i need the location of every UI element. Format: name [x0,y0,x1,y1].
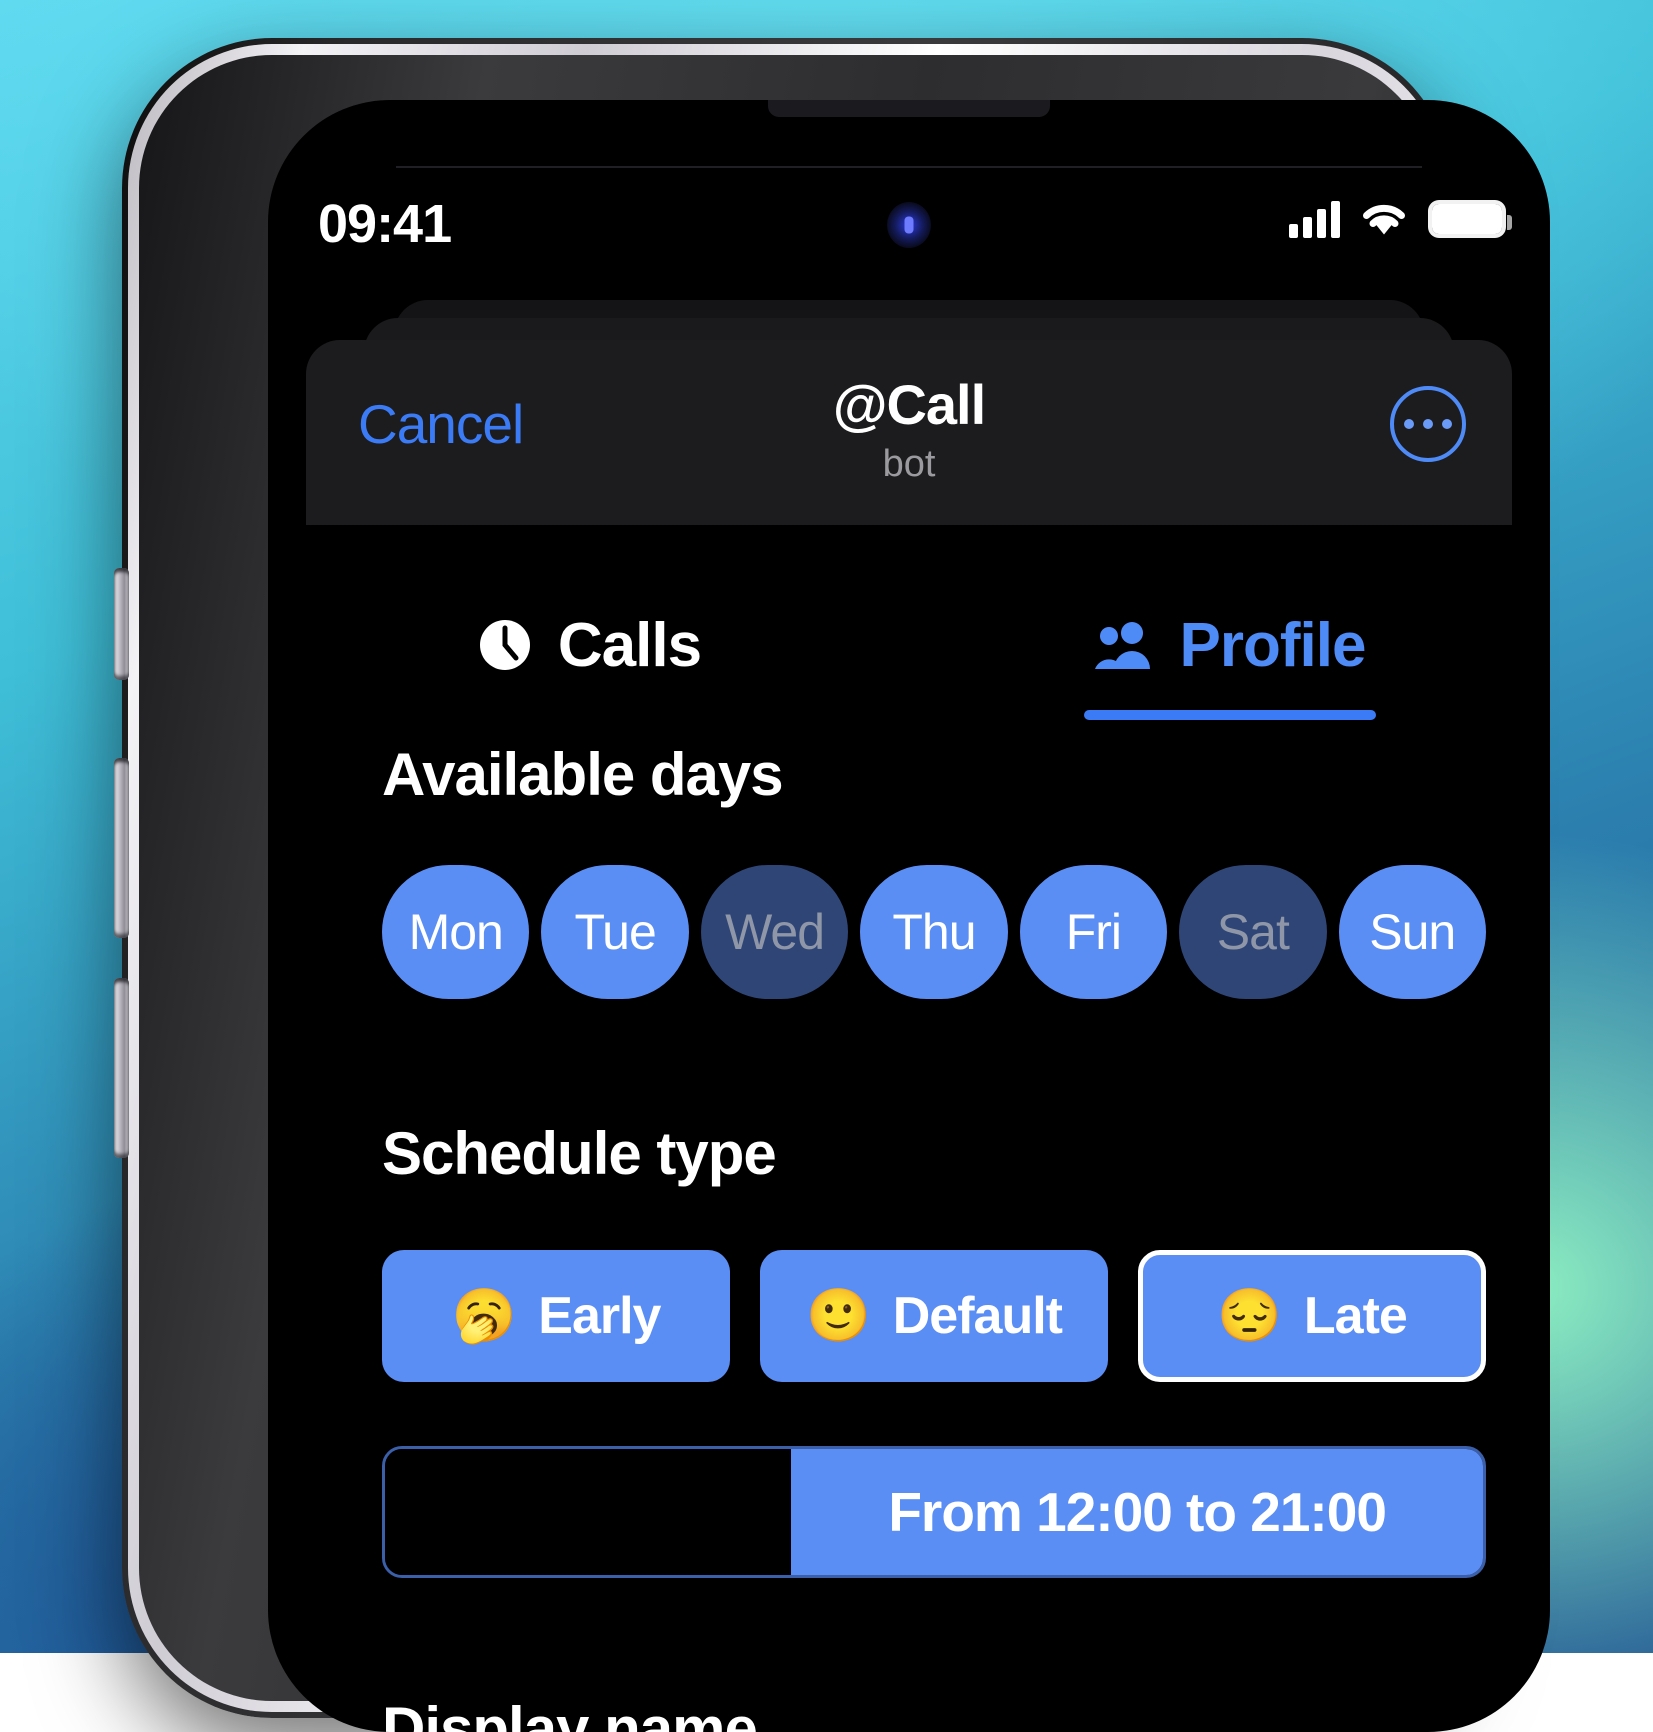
time-range-slider[interactable]: From 12:00 to 21:00 [382,1446,1486,1578]
display-name-title: Display name [382,1694,1550,1732]
volume-down-button[interactable] [114,978,129,1158]
day-chip-fri[interactable]: Fri [1020,865,1167,999]
tab-profile-label: Profile [1180,610,1366,681]
tab-bar: Calls Profile [268,570,1550,720]
available-days-title: Available days [382,740,1550,809]
status-indicators [1289,200,1506,238]
modal-header-bar: Cancel @Call bot [306,340,1512,525]
screen-hairline [396,166,1422,168]
phone-screen: 09:41 Cancel @Call bot [268,100,1550,1732]
time-range-label: From 12:00 to 21:00 [791,1449,1483,1575]
wifi-icon [1358,200,1410,238]
schedule-option-early-label: Early [538,1286,660,1346]
schedule-option-default-label: Default [893,1286,1062,1346]
available-days-selector: Mon Tue Wed Thu Fri Sat Sun [382,865,1486,999]
schedule-option-early[interactable]: 🥱 Early [382,1250,730,1382]
day-chip-tue[interactable]: Tue [541,865,688,999]
clock-icon [476,616,534,674]
day-chip-mon[interactable]: Mon [382,865,529,999]
header-title-group: @Call bot [306,372,1512,488]
volume-up-button[interactable] [114,758,129,938]
status-clock: 09:41 [318,192,451,256]
day-chip-sat[interactable]: Sat [1179,865,1326,999]
schedule-type-title: Schedule type [382,1119,1550,1188]
earpiece-speaker-grille [768,100,1050,117]
day-chip-wed[interactable]: Wed [701,865,848,999]
more-options-icon[interactable] [1390,386,1466,462]
tab-calls[interactable]: Calls [268,570,909,720]
page-title: @Call [306,372,1512,438]
tab-active-indicator [1084,710,1376,720]
tab-calls-label: Calls [558,610,701,681]
tab-profile[interactable]: Profile [909,570,1550,720]
profile-form: Available days Mon Tue Wed Thu Fri Sat S… [268,740,1550,1732]
action-button[interactable] [114,568,129,680]
page-subtitle: bot [306,440,1512,488]
front-camera-icon [887,202,931,248]
battery-icon [1428,200,1506,238]
pensive-face-icon: 😔 [1217,1290,1282,1342]
people-icon [1094,619,1156,671]
status-bar: 09:41 [268,192,1550,256]
day-chip-sun[interactable]: Sun [1339,865,1486,999]
phone-device-frame: 09:41 Cancel @Call bot [122,38,1452,1718]
schedule-option-late-label: Late [1304,1286,1407,1346]
schedule-option-default[interactable]: 🙂 Default [760,1250,1108,1382]
cellular-signal-icon [1289,200,1340,238]
schedule-option-late[interactable]: 😔 Late [1138,1250,1486,1382]
yawning-face-icon: 🥱 [452,1290,517,1342]
time-range-track-empty [385,1449,791,1575]
slightly-smiling-face-icon: 🙂 [806,1290,871,1342]
schedule-type-selector: 🥱 Early 🙂 Default 😔 Late [382,1250,1486,1382]
day-chip-thu[interactable]: Thu [860,865,1007,999]
